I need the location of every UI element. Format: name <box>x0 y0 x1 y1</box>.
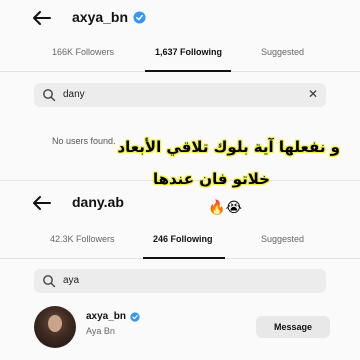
tab-suggested[interactable]: Suggested <box>261 47 304 57</box>
follow-tabs: 166K Followers 1,637 Following Suggested <box>0 36 360 72</box>
caption-line-2: خلاتو فان عندها <box>152 170 270 188</box>
clear-search-icon[interactable]: ✕ <box>308 87 318 101</box>
result-username-text: axya_bn <box>86 311 127 322</box>
caption-emoji: 😭🔥 <box>208 200 242 216</box>
empty-state-text: No users found. <box>52 136 116 146</box>
result-full-name: Aya Bn <box>86 326 115 336</box>
message-button[interactable]: Message <box>256 316 330 338</box>
verified-badge-icon <box>130 311 140 322</box>
search-bar[interactable]: aya <box>34 269 326 293</box>
result-username[interactable]: axya_bn <box>86 311 140 322</box>
profile-username: axya_bn <box>72 9 146 25</box>
search-icon <box>43 275 56 288</box>
username-text: dany.ab <box>72 194 124 210</box>
tab-suggested[interactable]: Suggested <box>261 234 304 244</box>
back-arrow-icon[interactable] <box>30 192 54 214</box>
profile-header: dany.ab <box>0 185 360 221</box>
profile-header: axya_bn <box>0 0 360 36</box>
username-text: axya_bn <box>72 9 129 25</box>
avatar[interactable] <box>34 306 76 348</box>
active-tab-indicator <box>143 257 225 259</box>
follow-tabs: 42.3K Followers 246 Following Suggested <box>0 223 360 259</box>
search-bar[interactable]: dany ✕ <box>34 83 326 107</box>
search-input[interactable]: aya <box>63 275 79 286</box>
tab-followers[interactable]: 42.3K Followers <box>50 234 115 244</box>
search-result-row[interactable]: axya_bn Aya Bn Message <box>34 306 334 350</box>
search-icon <box>43 89 56 102</box>
search-input[interactable]: dany <box>63 89 85 100</box>
tab-following[interactable]: 246 Following <box>153 234 213 244</box>
profile-panel-bottom: dany.ab 42.3K Followers 246 Following Su… <box>0 180 360 360</box>
back-arrow-icon[interactable] <box>30 7 54 29</box>
caption-line-1: و نفعلها آية بلوك تلاقي الأبعاد <box>117 138 340 156</box>
tab-followers[interactable]: 166K Followers <box>52 47 114 57</box>
verified-badge-icon <box>133 10 146 24</box>
profile-username: dany.ab <box>72 194 124 210</box>
tab-following[interactable]: 1,637 Following <box>155 47 222 57</box>
active-tab-indicator <box>145 70 231 72</box>
